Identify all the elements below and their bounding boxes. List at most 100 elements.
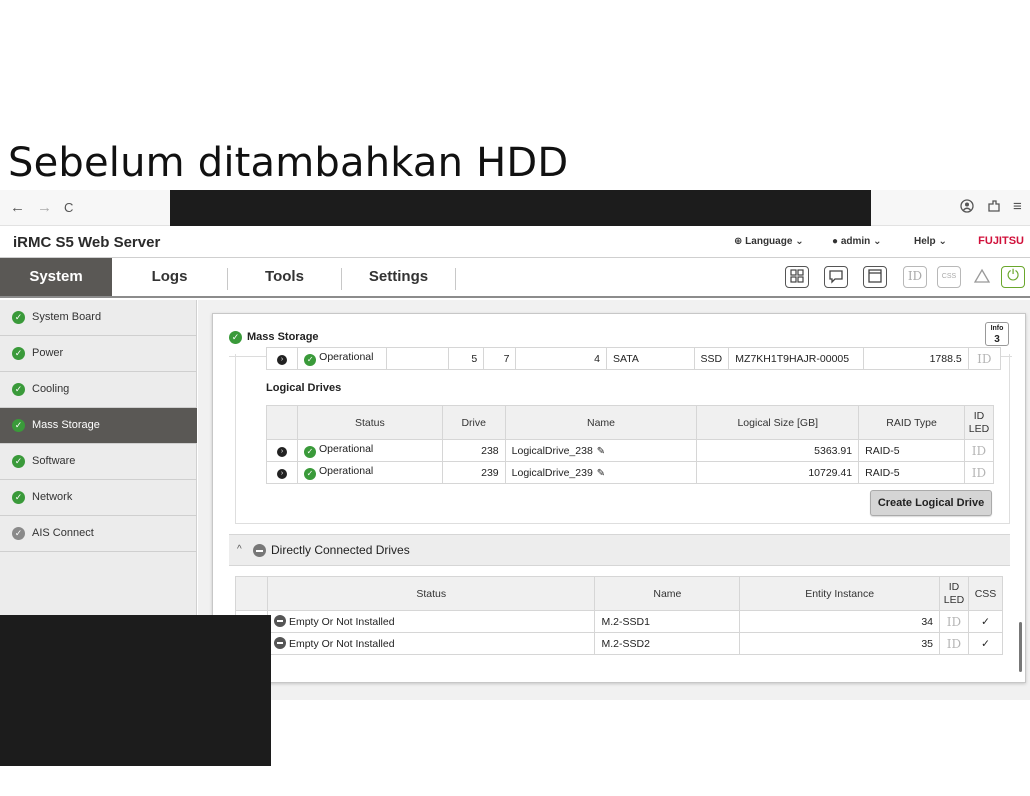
css-led-button[interactable]: CSS: [937, 266, 961, 288]
logical-drives-title: Logical Drives: [266, 382, 342, 394]
drive-name: LogicalDrive_239: [511, 466, 593, 479]
scrollbar[interactable]: [1019, 622, 1022, 672]
back-arrow-icon[interactable]: ←: [10, 199, 25, 216]
table-row[interactable]: Empty Or Not Installed M.2-SSD1 34 ID ✓: [235, 610, 1004, 633]
id-led-button[interactable]: ID: [903, 266, 927, 288]
status-text: Empty Or Not Installed: [288, 616, 395, 628]
sidebar-item-system-board[interactable]: ✓ System Board: [0, 300, 197, 336]
column-header[interactable]: Name: [594, 576, 741, 611]
expand-icon[interactable]: ›: [276, 447, 287, 457]
forward-arrow-icon[interactable]: →: [37, 199, 52, 216]
sidebar-item-power[interactable]: ✓ Power: [0, 336, 197, 372]
check-icon: ✓: [12, 419, 25, 432]
info-label: Info: [990, 325, 1004, 332]
edit-pencil-icon[interactable]: ✎: [597, 446, 605, 457]
sidebar-item-network[interactable]: ✓ Network: [0, 480, 197, 516]
chevron-down-icon: ⌄: [873, 236, 882, 247]
css-check-icon: ✓: [967, 610, 1004, 633]
tab-divider: [455, 268, 456, 290]
directly-connected-drives-header[interactable]: ^ Directly Connected Drives: [229, 534, 1010, 566]
column-header[interactable]: Logical Size [GB]: [696, 405, 860, 440]
raid-cell: RAID-5: [858, 439, 965, 462]
user-menu[interactable]: ● admin ⌄: [832, 236, 881, 247]
table-row[interactable]: › ✓ Operational 238 LogicalDrive_238 ✎ 536…: [266, 439, 995, 462]
column-header[interactable]: RAID Type: [858, 405, 965, 440]
power-icon[interactable]: ⏻: [1001, 266, 1025, 288]
system-report-icon[interactable]: [785, 266, 809, 288]
sidebar-item-mass-storage[interactable]: ✓ Mass Storage: [0, 408, 197, 444]
sidebar-item-label: Network: [32, 491, 73, 503]
directly-connected-drives-table: Status Name Entity Instance ID LED CSS E…: [235, 576, 1004, 655]
entity-cell: 34: [739, 610, 940, 633]
name-cell: M.2-SSD1: [594, 610, 741, 633]
fujitsu-logo: FUJITSU: [978, 235, 1024, 247]
chat-icon[interactable]: [824, 266, 848, 288]
sidebar-item-label: Cooling: [32, 383, 70, 395]
check-icon: ✓: [303, 468, 316, 480]
chevron-down-icon: ⌄: [795, 236, 804, 247]
id-led-cell[interactable]: ID: [963, 461, 995, 484]
id-led-cell[interactable]: ID: [963, 439, 995, 462]
expand-icon[interactable]: ›: [276, 469, 287, 479]
info-badge[interactable]: Info 3: [985, 322, 1009, 346]
sidebar-item-label: Mass Storage: [32, 419, 100, 431]
sidebar-item-cooling[interactable]: ✓ Cooling: [0, 372, 197, 408]
sidebar-item-label: Software: [32, 455, 76, 467]
drive-cell: 239: [441, 461, 506, 484]
help-menu[interactable]: Help ⌄: [914, 236, 947, 247]
sidebar-item-ais-connect[interactable]: ✓ AIS Connect: [0, 516, 197, 552]
check-icon: ✓: [12, 527, 25, 540]
extensions-icon[interactable]: [987, 199, 1001, 216]
sidebar-item-software[interactable]: ✓ Software: [0, 444, 197, 480]
column-header[interactable]: CSS: [967, 576, 1004, 611]
reload-icon[interactable]: C: [64, 200, 73, 215]
name-cell: LogicalDrive_238 ✎: [504, 439, 698, 462]
status-text: Empty Or Not Installed: [288, 638, 395, 650]
entity-cell: 35: [739, 632, 940, 655]
table-header-row: Status Name Entity Instance ID LED CSS: [235, 576, 1004, 611]
tab-tools[interactable]: Tools: [228, 258, 341, 296]
id-led-cell[interactable]: ID: [939, 632, 969, 655]
sidebar-item-label: Power: [32, 347, 64, 359]
table-row[interactable]: › ✓ Operational 239 LogicalDrive_239 ✎ 107…: [266, 461, 995, 484]
check-icon: ✓: [12, 455, 25, 468]
app-title: iRMC S5 Web Server: [13, 234, 161, 251]
check-icon: ✓: [12, 311, 25, 324]
column-header[interactable]: Drive: [441, 405, 506, 440]
size-cell: 10729.41: [696, 461, 860, 484]
column-header[interactable]: Status: [266, 576, 596, 611]
tab-logs[interactable]: Logs: [112, 258, 227, 296]
language-menu[interactable]: ⊕ Language ⌄: [734, 236, 804, 247]
column-header[interactable]: ID LED: [939, 576, 969, 611]
console-window-icon[interactable]: [863, 266, 887, 288]
column-header[interactable]: ID LED: [963, 405, 995, 440]
check-icon: ✓: [229, 331, 242, 344]
section-title: Directly Connected Drives: [271, 543, 410, 557]
main-tabbar: System Logs Tools Settings ID CSS ⏻: [0, 258, 1030, 298]
account-icon[interactable]: [960, 199, 974, 216]
check-icon: ✓: [12, 347, 25, 360]
drive-cell: 238: [441, 439, 506, 462]
slide-title: Sebelum ditambahkan HDD: [8, 140, 569, 186]
tab-system[interactable]: System: [0, 258, 112, 296]
menu-icon[interactable]: ≡: [1013, 198, 1022, 215]
column-header[interactable]: Status: [296, 405, 443, 440]
id-led-cell[interactable]: ID: [939, 610, 969, 633]
redacted-address-bar: [170, 190, 871, 226]
edit-pencil-icon[interactable]: ✎: [597, 468, 605, 479]
size-cell: 5363.91: [696, 439, 860, 462]
chevron-down-icon: ⌄: [938, 236, 947, 247]
column-header[interactable]: Entity Instance: [739, 576, 940, 611]
table-row[interactable]: Empty Or Not Installed M.2-SSD2 35 ID ✓: [235, 632, 1004, 655]
globe-icon: ⊕: [734, 236, 743, 247]
tab-settings[interactable]: Settings: [342, 258, 455, 296]
status-text: Operational: [318, 465, 374, 477]
drive-name: LogicalDrive_238: [511, 444, 593, 457]
sidebar-item-label: AIS Connect: [32, 527, 94, 539]
create-logical-drive-button[interactable]: Create Logical Drive: [870, 490, 992, 516]
warning-icon[interactable]: [970, 266, 994, 288]
language-label: Language: [745, 236, 793, 247]
sidebar-item-label: System Board: [32, 311, 102, 323]
column-header[interactable]: Name: [504, 405, 698, 440]
chevron-up-icon[interactable]: ^: [237, 544, 242, 555]
